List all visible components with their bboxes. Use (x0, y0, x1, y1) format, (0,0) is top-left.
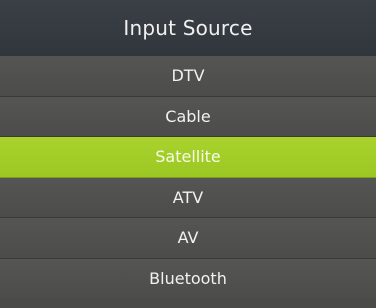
menu-item-bluetooth[interactable]: Bluetooth (0, 258, 376, 299)
menu-item-atv[interactable]: ATV (0, 177, 376, 218)
input-source-menu: Input Source DTV Cable Satellite ATV AV … (0, 0, 376, 308)
input-source-list: DTV Cable Satellite ATV AV Bluetooth (0, 56, 376, 308)
menu-title: Input Source (0, 0, 376, 56)
menu-item-satellite[interactable]: Satellite (0, 137, 376, 178)
menu-item-dtv[interactable]: DTV (0, 56, 376, 97)
menu-item-av[interactable]: AV (0, 218, 376, 259)
menu-item-cable[interactable]: Cable (0, 96, 376, 137)
